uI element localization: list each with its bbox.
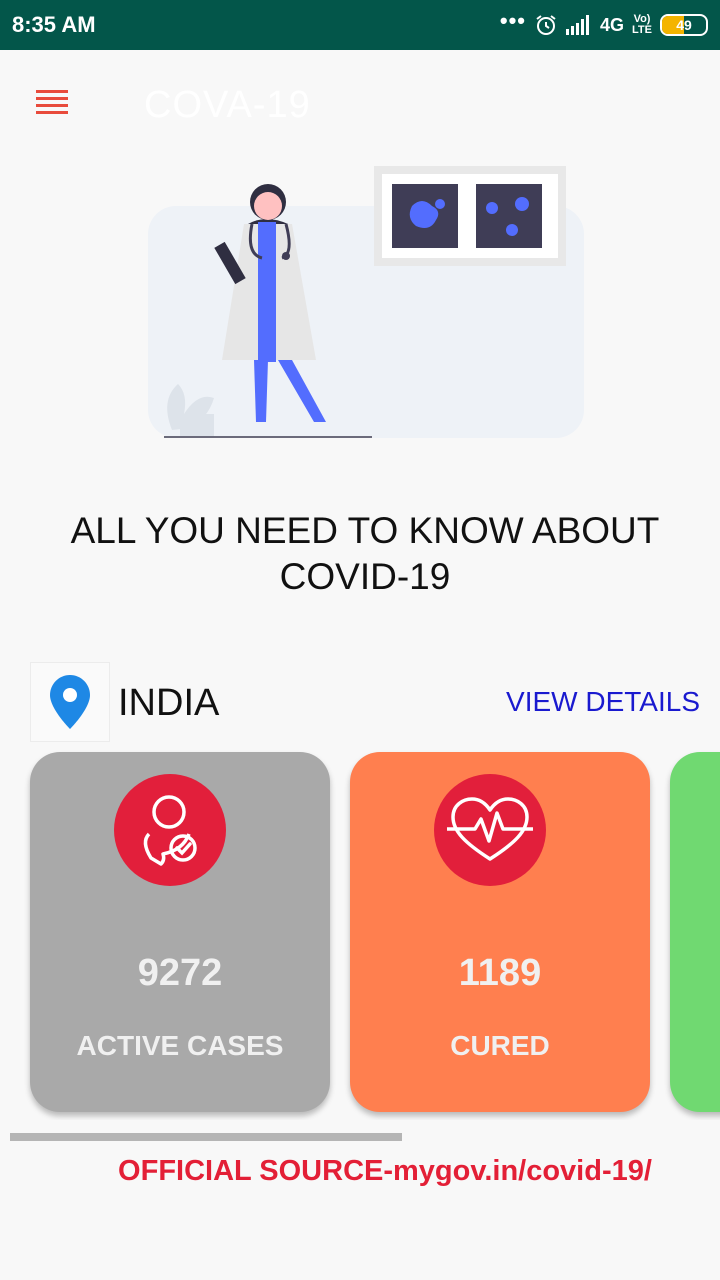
battery-percent: 49 <box>676 17 692 33</box>
network-type: 4G <box>600 14 625 35</box>
alarm-icon <box>536 15 556 35</box>
heartbeat-icon <box>434 774 546 886</box>
signal-icon <box>566 15 590 35</box>
notification-dots: ••• <box>499 8 527 33</box>
carousel-scrollbar[interactable] <box>10 1133 402 1141</box>
location-row: INDIA VIEW DETAILS <box>30 662 700 742</box>
location-pin-icon <box>50 675 90 729</box>
headline: ALL YOU NEED TO KNOW ABOUT COVID-19 <box>70 510 660 597</box>
stats-carousel[interactable]: 9272 ACTIVE CASES 1189 CURED <box>0 750 720 1120</box>
active-cases-card[interactable]: 9272 ACTIVE CASES <box>30 752 330 1112</box>
cured-label: CURED <box>450 1030 550 1061</box>
battery-icon: 49 <box>660 14 708 36</box>
official-source-link[interactable]: OFFICIAL SOURCE-mygov.in/covid-19/ <box>0 1155 720 1188</box>
active-cases-value: 9272 <box>137 952 223 994</box>
menu-icon-line <box>36 90 68 93</box>
doctor-illustration <box>148 166 584 438</box>
volte-indicator: Vo) LTE <box>632 13 652 36</box>
status-bar: 8:35 AM ••• 4G Vo) LTE 49 <box>0 0 720 50</box>
patient-icon <box>114 774 226 886</box>
app-header: COVA-19 <box>0 50 720 160</box>
status-icons: ••• 4G Vo) LTE 49 <box>500 10 708 40</box>
app-title: COVA-19 <box>144 84 311 126</box>
cured-card[interactable]: 1189 CURED <box>350 752 650 1112</box>
location-pin-box <box>30 662 110 742</box>
menu-icon-line <box>36 104 68 107</box>
cured-value: 1189 <box>458 952 542 994</box>
menu-icon-line <box>36 97 68 100</box>
view-details-link[interactable]: VIEW DETAILS <box>506 686 700 718</box>
status-time: 8:35 AM <box>12 12 96 37</box>
active-cases-label: ACTIVE CASES <box>76 1030 284 1061</box>
next-stat-card[interactable] <box>670 752 720 1112</box>
menu-button[interactable] <box>36 90 76 122</box>
country-name: INDIA <box>118 682 220 724</box>
menu-icon-line <box>36 111 68 114</box>
